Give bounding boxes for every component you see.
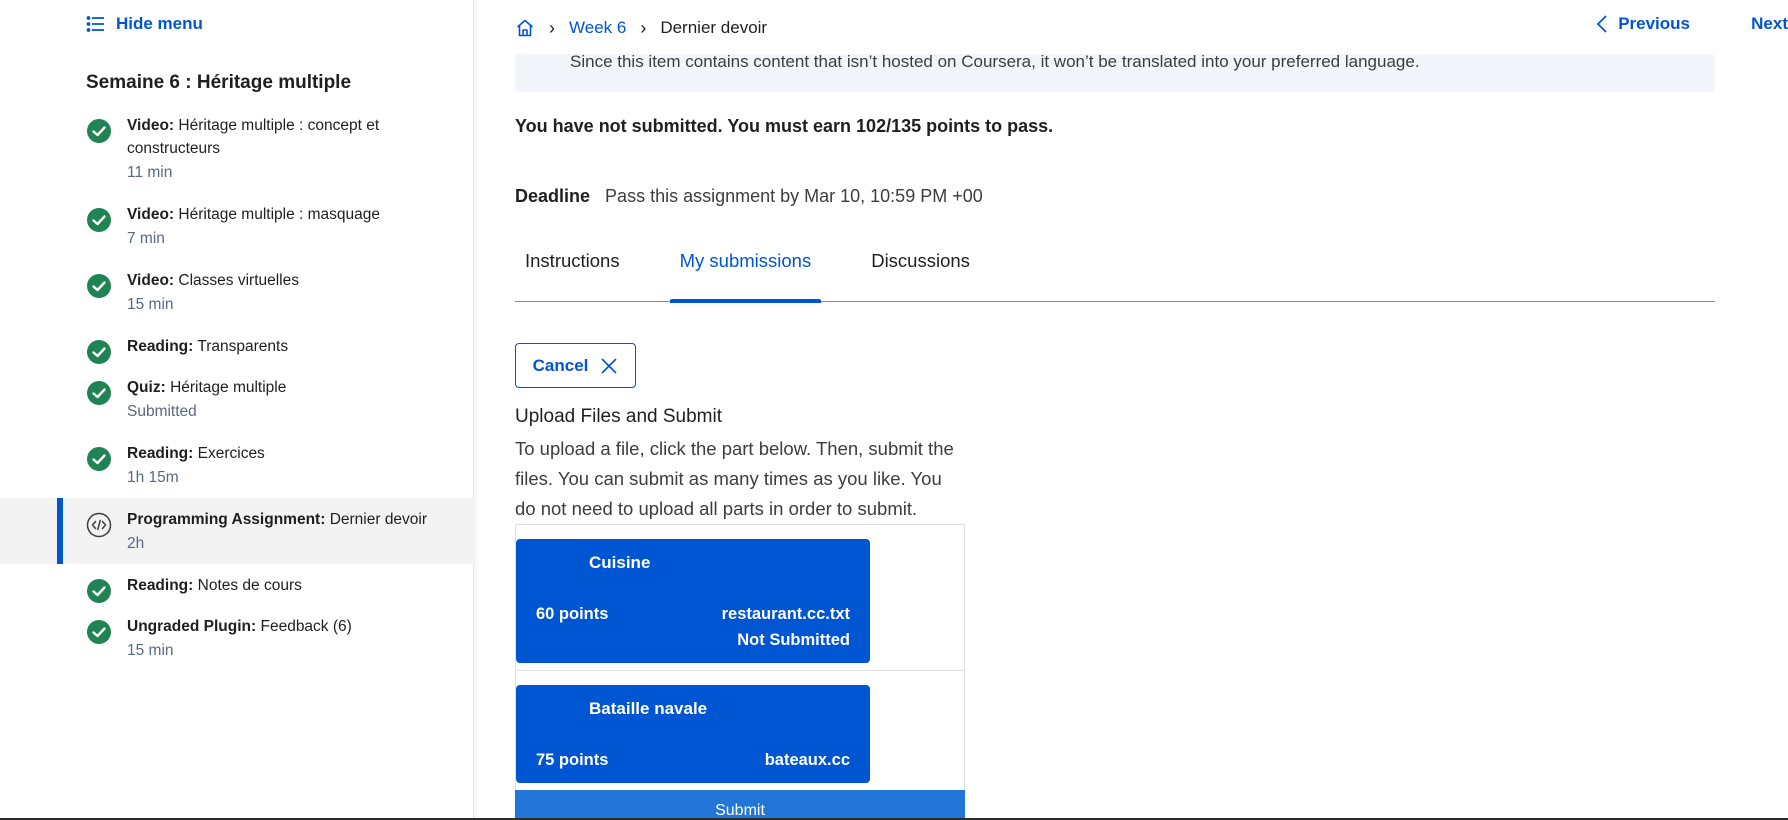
hide-menu-button[interactable]: Hide menu [86,14,203,34]
lesson-meta: 2h [127,535,145,552]
home-icon[interactable] [515,18,535,38]
check-circle-icon [87,340,111,364]
lesson-title: Héritage multiple : masquage [178,206,381,223]
lesson-type: Ungraded Plugin: [127,618,257,635]
chevron-right-icon: › [640,17,647,38]
tab-my-submissions[interactable]: My submissions [669,240,822,303]
breadcrumb-current: Dernier devoir [660,18,768,37]
cancel-label: Cancel [532,355,589,375]
lesson-item[interactable]: Reading: Notes de cours [0,564,474,605]
lesson-item[interactable]: Ungraded Plugin: Feedback (6) 15 min [0,605,474,671]
lesson-item[interactable]: Video: Héritage multiple : concept et co… [0,104,474,193]
lesson-title: Notes de cours [197,577,302,594]
lesson-meta: 15 min [127,296,174,313]
lesson-type: Programming Assignment: [127,511,326,528]
part-row: Bataille navale 75 points bateaux.cc [516,671,964,791]
lesson-item[interactable]: Video: Héritage multiple : masquage 7 mi… [0,193,474,259]
lesson-type: Reading: [127,445,194,462]
previous-button[interactable]: Previous [1596,14,1690,34]
top-bar: › Week 6 › Dernier devoir Previous Next [515,14,1788,42]
lesson-meta: 11 min [127,164,173,181]
lesson-title: Héritage multiple [170,379,287,396]
lesson-type: Reading: [127,577,194,594]
submit-button[interactable]: Submit [515,790,965,820]
course-sidebar: Hide menu Semaine 6 : Héritage multiple … [0,0,474,820]
tab-discussions[interactable]: Discussions [861,240,980,302]
upload-title: Upload Files and Submit [515,406,722,427]
check-circle-icon [87,274,111,298]
lesson-list: Video: Héritage multiple : concept et co… [0,104,474,671]
lesson-title: Dernier devoir [329,511,428,528]
lesson-type: Reading: [127,338,194,355]
lesson-item[interactable]: Reading: Exercices 1h 15m [0,432,474,498]
check-circle-icon [87,381,111,405]
hide-menu-label: Hide menu [116,14,203,33]
notice-text: Since this item contains content that is… [570,54,1420,71]
previous-label: Previous [1618,14,1690,33]
tab-bar: Instructions My submissions Discussions [515,240,1715,303]
breadcrumb-week-link[interactable]: Week 6 [569,18,626,38]
lesson-type: Video: [127,206,175,223]
check-circle-icon [87,208,111,232]
list-icon [86,16,104,32]
lesson-type: Video: [127,272,175,289]
chevron-left-icon [1596,15,1607,33]
part-filename: bateaux.cc [764,751,850,769]
lesson-title: Exercices [197,445,265,462]
translation-notice: Since this item contains content that is… [515,54,1715,92]
part-name: Bataille navale [589,699,708,718]
upload-part-button[interactable]: Bataille navale 75 points bateaux.cc [516,685,870,783]
lesson-item[interactable]: Video: Classes virtuelles 15 min [0,259,474,325]
code-icon [86,512,112,538]
week-title: Semaine 6 : Héritage multiple [86,72,352,93]
part-row: Cuisine 60 points restaurant.cc.txt Not … [516,525,964,671]
lesson-title: Transparents [197,338,289,355]
lesson-meta: 7 min [127,230,165,247]
submission-status: You have not submitted. You must earn 10… [515,116,1054,136]
lesson-meta: 1h 15m [127,469,179,486]
chevron-right-icon: › [549,17,555,38]
lesson-item-current[interactable]: Programming Assignment: Dernier devoir 2… [0,498,474,564]
deadline: Deadline Pass this assignment by Mar 10,… [515,186,983,207]
lesson-title: Classes virtuelles [178,272,300,289]
upload-description: To upload a file, click the part below. … [515,438,954,519]
lesson-item[interactable]: Reading: Transparents [0,325,474,366]
lesson-meta: Submitted [127,403,197,420]
breadcrumb: › Week 6 › Dernier devoir [515,18,767,39]
tab-instructions[interactable]: Instructions [515,240,630,302]
part-points: 75 points [536,751,609,769]
lesson-meta: 15 min [127,642,174,659]
cancel-button[interactable]: Cancel [515,343,636,388]
lesson-type: Video: [127,117,175,134]
deadline-label: Deadline [515,186,591,206]
check-circle-icon [87,119,111,143]
close-icon [601,357,617,374]
check-circle-icon [87,620,111,644]
lesson-type: Quiz: [127,379,166,396]
deadline-value: Pass this assignment by Mar 10, 10:59 PM… [605,186,983,206]
upload-parts: Cuisine 60 points restaurant.cc.txt Not … [515,524,965,791]
lesson-title: Feedback (6) [260,618,352,635]
check-circle-icon [87,447,111,471]
part-filename: restaurant.cc.txt [721,605,850,623]
check-circle-icon [87,579,111,603]
part-status: Not Submitted [737,631,850,649]
lesson-item[interactable]: Quiz: Héritage multiple Submitted [0,366,474,432]
next-button[interactable]: Next [1751,14,1788,34]
part-name: Cuisine [589,553,651,572]
upload-part-button[interactable]: Cuisine 60 points restaurant.cc.txt Not … [516,539,870,663]
part-points: 60 points [536,605,609,623]
